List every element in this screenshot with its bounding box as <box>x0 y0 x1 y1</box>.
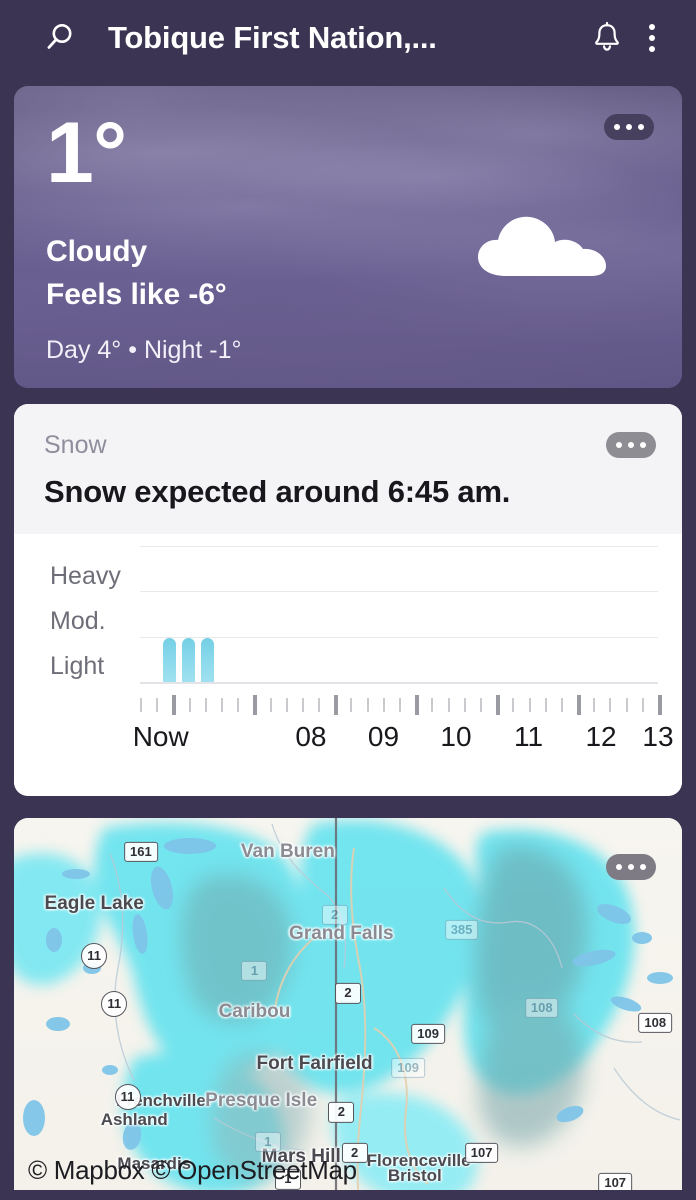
overflow-dot <box>640 864 646 871</box>
day-night-temperature: Day 4° • Night -1° <box>46 336 242 365</box>
x-tick-minor <box>528 698 531 713</box>
x-tick-major <box>658 695 662 716</box>
x-tick-minor <box>431 698 434 713</box>
x-axis-label: 11 <box>513 721 544 753</box>
x-tick-minor <box>382 698 385 713</box>
x-tick-minor <box>463 698 466 713</box>
bell-icon[interactable] <box>584 15 630 61</box>
x-tick-minor <box>609 698 612 713</box>
chart-plot-area <box>140 546 658 685</box>
x-tick-major <box>415 695 420 716</box>
precipitation-type-label: Snow <box>44 431 107 459</box>
x-tick-major <box>172 695 177 716</box>
x-tick-minor <box>285 698 288 713</box>
y-tick-light: Light <box>50 652 105 681</box>
x-axis-label: 10 <box>440 721 472 753</box>
y-tick-mod: Mod. <box>50 607 106 636</box>
overflow-dot <box>616 864 622 871</box>
x-tick-minor <box>479 698 482 713</box>
precipitation-card-header: Snow Snow expected around 6:45 am. <box>14 404 682 535</box>
x-tick-minor <box>204 698 207 713</box>
x-tick-minor <box>641 698 644 713</box>
x-tick-minor <box>544 698 547 713</box>
x-tick-minor <box>156 698 159 713</box>
chart-baseline <box>140 682 658 685</box>
radar-map-card[interactable]: Van Buren Eagle Lake Grand Falls Caribou For… <box>14 818 682 1191</box>
overflow-dot <box>649 35 655 41</box>
overflow-menu-icon[interactable] <box>630 15 674 61</box>
overflow-dot <box>649 46 655 52</box>
x-tick-major <box>496 695 501 716</box>
map-overflow-button[interactable] <box>606 854 656 881</box>
x-tick-minor <box>220 698 223 713</box>
chart-x-ticks <box>140 694 662 716</box>
search-icon[interactable] <box>38 17 80 59</box>
x-tick-minor <box>318 698 321 713</box>
current-condition: Cloudy <box>46 235 148 269</box>
precipitation-headline: Snow expected around 6:45 am. <box>44 474 511 510</box>
x-tick-major <box>334 695 339 716</box>
x-tick-minor <box>399 698 401 713</box>
x-tick-minor <box>447 698 450 713</box>
x-axis-label: 09 <box>367 721 400 753</box>
x-axis-label: 08 <box>295 721 327 753</box>
precipitation-overflow-button[interactable] <box>606 432 656 458</box>
overflow-dot <box>628 442 634 448</box>
x-tick-minor <box>560 698 563 713</box>
chart-y-axis: Heavy Mod. Light <box>50 534 142 682</box>
x-tick-minor <box>301 698 304 713</box>
chart-bars <box>140 546 658 683</box>
x-tick-minor <box>140 698 142 713</box>
x-tick-minor <box>350 698 353 713</box>
current-conditions-card[interactable]: 1° Cloudy Feels like -6° Day 4° • Night … <box>14 86 682 388</box>
weather-app-screen: Tobique First Nation,... 1° Cloudy Feels… <box>0 0 696 1200</box>
chart-bar <box>200 637 214 683</box>
x-tick-minor <box>269 698 272 713</box>
overflow-dot <box>628 864 634 871</box>
location-title[interactable]: Tobique First Nation,... <box>108 20 584 56</box>
current-temperature: 1° <box>46 105 127 201</box>
chart-x-axis-labels: Now 08 09 10 11 12 13 <box>14 720 682 764</box>
x-axis-label: Now <box>132 721 189 753</box>
x-tick-major <box>577 695 582 716</box>
x-tick-minor <box>625 698 628 713</box>
overflow-dot <box>640 442 646 448</box>
hero-content: 1° Cloudy Feels like -6° Day 4° • Night … <box>14 86 682 388</box>
feels-like-temperature: Feels like -6° <box>46 277 227 311</box>
overflow-dot <box>649 24 655 30</box>
radar-map-image <box>14 818 682 1191</box>
x-tick-minor <box>366 698 369 713</box>
precipitation-intensity-chart[interactable]: Heavy Mod. Light Now 08 09 10 11 12 13 <box>14 534 682 797</box>
x-tick-major <box>253 695 258 716</box>
y-tick-heavy: Heavy <box>50 562 121 591</box>
x-axis-label: 12 <box>585 721 617 753</box>
x-tick-minor <box>512 698 515 713</box>
x-tick-minor <box>188 698 191 713</box>
x-tick-minor <box>593 698 596 713</box>
map-attribution[interactable]: © Mapbox © OpenStreetMap <box>28 1155 357 1186</box>
chart-bar <box>163 637 177 683</box>
overflow-dot <box>616 442 622 448</box>
x-axis-label: 13 <box>642 721 674 753</box>
app-bar: Tobique First Nation,... <box>0 0 696 76</box>
x-tick-minor <box>237 698 240 713</box>
chart-bar <box>181 637 195 683</box>
precipitation-card[interactable]: Snow Snow expected around 6:45 am. Heavy… <box>14 404 682 797</box>
